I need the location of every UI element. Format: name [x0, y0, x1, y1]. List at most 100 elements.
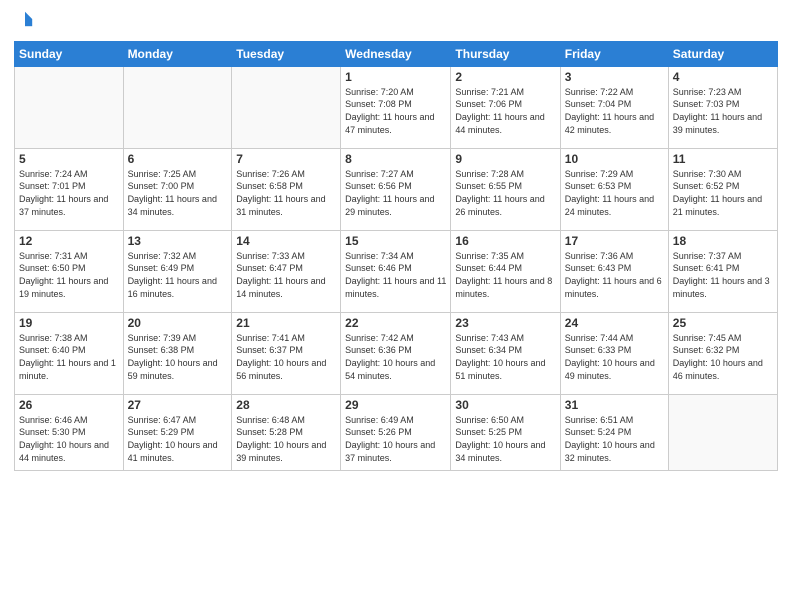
day-info: Sunrise: 6:47 AM Sunset: 5:29 PM Dayligh…	[128, 414, 228, 464]
day-info: Sunrise: 7:39 AM Sunset: 6:38 PM Dayligh…	[128, 332, 228, 382]
day-cell-5: 5 Sunrise: 7:24 AM Sunset: 7:01 PM Daylig…	[15, 148, 124, 230]
logo-text	[14, 10, 34, 33]
day-cell-10: 10 Sunrise: 7:29 AM Sunset: 6:53 PM Dayli…	[560, 148, 668, 230]
day-cell-21: 21 Sunrise: 7:41 AM Sunset: 6:37 PM Dayli…	[232, 312, 341, 394]
day-cell-13: 13 Sunrise: 7:32 AM Sunset: 6:49 PM Dayli…	[123, 230, 232, 312]
day-number: 27	[128, 398, 228, 412]
day-number: 5	[19, 152, 119, 166]
day-info: Sunrise: 7:45 AM Sunset: 6:32 PM Dayligh…	[673, 332, 773, 382]
day-number: 24	[565, 316, 664, 330]
day-cell-25: 25 Sunrise: 7:45 AM Sunset: 6:32 PM Dayli…	[668, 312, 777, 394]
calendar-table: SundayMondayTuesdayWednesdayThursdayFrid…	[14, 41, 778, 471]
calendar-week-2: 5 Sunrise: 7:24 AM Sunset: 7:01 PM Daylig…	[15, 148, 778, 230]
day-cell-18: 18Sunrise: 7:37 AM Sunset: 6:41 PM Dayli…	[668, 230, 777, 312]
day-info: Sunrise: 7:32 AM Sunset: 6:49 PM Dayligh…	[128, 250, 228, 300]
day-number: 30	[455, 398, 555, 412]
col-header-monday: Monday	[123, 41, 232, 66]
day-number: 13	[128, 234, 228, 248]
day-info: Sunrise: 7:30 AM Sunset: 6:52 PM Dayligh…	[673, 168, 773, 218]
day-cell-15: 15Sunrise: 7:34 AM Sunset: 6:46 PM Dayli…	[341, 230, 451, 312]
day-number: 2	[455, 70, 555, 84]
day-info: Sunrise: 7:43 AM Sunset: 6:34 PM Dayligh…	[455, 332, 555, 382]
day-cell-17: 17 Sunrise: 7:36 AM Sunset: 6:43 PM Dayli…	[560, 230, 668, 312]
day-cell-23: 23 Sunrise: 7:43 AM Sunset: 6:34 PM Dayli…	[451, 312, 560, 394]
day-info: Sunrise: 7:26 AM Sunset: 6:58 PM Dayligh…	[236, 168, 336, 218]
day-cell-9: 9 Sunrise: 7:28 AM Sunset: 6:55 PM Daylig…	[451, 148, 560, 230]
day-info: Sunrise: 7:37 AM Sunset: 6:41 PM Dayligh…	[673, 250, 773, 300]
col-header-friday: Friday	[560, 41, 668, 66]
day-number: 14	[236, 234, 336, 248]
col-header-saturday: Saturday	[668, 41, 777, 66]
calendar-week-5: 26 Sunrise: 6:46 AM Sunset: 5:30 PM Dayli…	[15, 394, 778, 470]
day-number: 1	[345, 70, 446, 84]
day-info: Sunrise: 7:33 AM Sunset: 6:47 PM Dayligh…	[236, 250, 336, 300]
day-info: Sunrise: 7:29 AM Sunset: 6:53 PM Dayligh…	[565, 168, 664, 218]
day-number: 20	[128, 316, 228, 330]
day-cell-29: 29Sunrise: 6:49 AM Sunset: 5:26 PM Dayli…	[341, 394, 451, 470]
empty-cell	[123, 66, 232, 148]
day-cell-3: 3 Sunrise: 7:22 AM Sunset: 7:04 PM Daylig…	[560, 66, 668, 148]
logo-icon	[16, 10, 34, 28]
empty-cell	[232, 66, 341, 148]
day-info: Sunrise: 7:24 AM Sunset: 7:01 PM Dayligh…	[19, 168, 119, 218]
day-info: Sunrise: 7:38 AM Sunset: 6:40 PM Dayligh…	[19, 332, 119, 382]
day-cell-2: 2 Sunrise: 7:21 AM Sunset: 7:06 PM Daylig…	[451, 66, 560, 148]
page: SundayMondayTuesdayWednesdayThursdayFrid…	[0, 0, 792, 612]
day-number: 31	[565, 398, 664, 412]
day-info: Sunrise: 7:36 AM Sunset: 6:43 PM Dayligh…	[565, 250, 664, 300]
day-cell-8: 8Sunrise: 7:27 AM Sunset: 6:56 PM Daylig…	[341, 148, 451, 230]
day-info: Sunrise: 7:35 AM Sunset: 6:44 PM Dayligh…	[455, 250, 555, 300]
day-cell-12: 12Sunrise: 7:31 AM Sunset: 6:50 PM Dayli…	[15, 230, 124, 312]
day-cell-30: 30 Sunrise: 6:50 AM Sunset: 5:25 PM Dayli…	[451, 394, 560, 470]
day-cell-22: 22Sunrise: 7:42 AM Sunset: 6:36 PM Dayli…	[341, 312, 451, 394]
day-number: 21	[236, 316, 336, 330]
day-info: Sunrise: 7:22 AM Sunset: 7:04 PM Dayligh…	[565, 86, 664, 136]
day-info: Sunrise: 7:20 AM Sunset: 7:08 PM Dayligh…	[345, 86, 446, 136]
day-number: 19	[19, 316, 119, 330]
col-header-sunday: Sunday	[15, 41, 124, 66]
day-info: Sunrise: 7:23 AM Sunset: 7:03 PM Dayligh…	[673, 86, 773, 136]
calendar-week-4: 19 Sunrise: 7:38 AM Sunset: 6:40 PM Dayli…	[15, 312, 778, 394]
day-number: 4	[673, 70, 773, 84]
day-cell-27: 27 Sunrise: 6:47 AM Sunset: 5:29 PM Dayli…	[123, 394, 232, 470]
day-cell-14: 14 Sunrise: 7:33 AM Sunset: 6:47 PM Dayli…	[232, 230, 341, 312]
day-number: 6	[128, 152, 228, 166]
day-number: 7	[236, 152, 336, 166]
day-cell-28: 28Sunrise: 6:48 AM Sunset: 5:28 PM Dayli…	[232, 394, 341, 470]
calendar-week-3: 12Sunrise: 7:31 AM Sunset: 6:50 PM Dayli…	[15, 230, 778, 312]
empty-cell	[15, 66, 124, 148]
day-number: 26	[19, 398, 119, 412]
day-number: 16	[455, 234, 555, 248]
day-info: Sunrise: 7:41 AM Sunset: 6:37 PM Dayligh…	[236, 332, 336, 382]
day-number: 3	[565, 70, 664, 84]
day-number: 9	[455, 152, 555, 166]
day-info: Sunrise: 7:25 AM Sunset: 7:00 PM Dayligh…	[128, 168, 228, 218]
day-number: 25	[673, 316, 773, 330]
header	[14, 10, 778, 33]
col-header-thursday: Thursday	[451, 41, 560, 66]
day-info: Sunrise: 7:42 AM Sunset: 6:36 PM Dayligh…	[345, 332, 446, 382]
day-number: 17	[565, 234, 664, 248]
day-info: Sunrise: 7:21 AM Sunset: 7:06 PM Dayligh…	[455, 86, 555, 136]
day-number: 23	[455, 316, 555, 330]
day-info: Sunrise: 6:46 AM Sunset: 5:30 PM Dayligh…	[19, 414, 119, 464]
empty-cell	[668, 394, 777, 470]
day-cell-24: 24Sunrise: 7:44 AM Sunset: 6:33 PM Dayli…	[560, 312, 668, 394]
day-cell-31: 31Sunrise: 6:51 AM Sunset: 5:24 PM Dayli…	[560, 394, 668, 470]
day-cell-26: 26 Sunrise: 6:46 AM Sunset: 5:30 PM Dayli…	[15, 394, 124, 470]
day-number: 28	[236, 398, 336, 412]
day-info: Sunrise: 6:50 AM Sunset: 5:25 PM Dayligh…	[455, 414, 555, 464]
day-info: Sunrise: 7:34 AM Sunset: 6:46 PM Dayligh…	[345, 250, 446, 300]
day-cell-6: 6 Sunrise: 7:25 AM Sunset: 7:00 PM Daylig…	[123, 148, 232, 230]
day-number: 29	[345, 398, 446, 412]
day-cell-4: 4 Sunrise: 7:23 AM Sunset: 7:03 PM Daylig…	[668, 66, 777, 148]
calendar-header-row: SundayMondayTuesdayWednesdayThursdayFrid…	[15, 41, 778, 66]
day-info: Sunrise: 7:27 AM Sunset: 6:56 PM Dayligh…	[345, 168, 446, 218]
day-info: Sunrise: 7:28 AM Sunset: 6:55 PM Dayligh…	[455, 168, 555, 218]
col-header-wednesday: Wednesday	[341, 41, 451, 66]
col-header-tuesday: Tuesday	[232, 41, 341, 66]
day-cell-11: 11Sunrise: 7:30 AM Sunset: 6:52 PM Dayli…	[668, 148, 777, 230]
calendar-week-1: 1 Sunrise: 7:20 AM Sunset: 7:08 PM Daylig…	[15, 66, 778, 148]
day-cell-20: 20 Sunrise: 7:39 AM Sunset: 6:38 PM Dayli…	[123, 312, 232, 394]
day-number: 10	[565, 152, 664, 166]
